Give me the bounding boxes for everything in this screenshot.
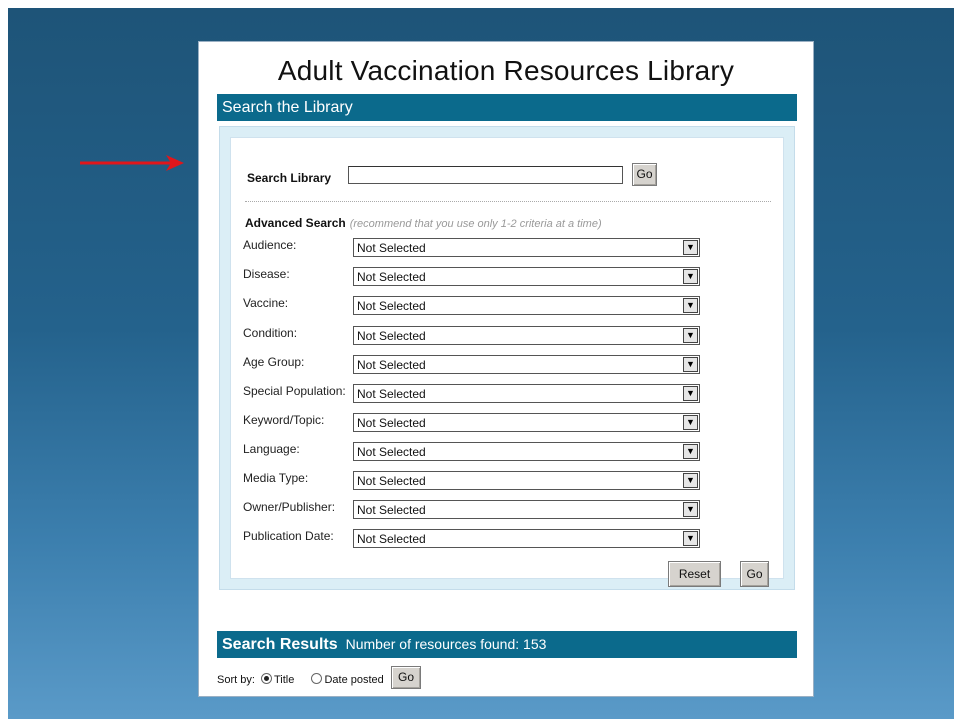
results-count: Number of resources found: 153 [345, 636, 547, 652]
advanced-search-heading: Advanced Search [245, 216, 346, 230]
owner-publisher-label: Owner/Publisher: [243, 500, 336, 514]
chevron-down-icon[interactable]: ▼ [683, 298, 698, 313]
chevron-down-icon[interactable]: ▼ [683, 386, 698, 401]
keyword-topic-label: Keyword/Topic: [243, 413, 325, 427]
library-panel: Adult Vaccination Resources Library Sear… [198, 41, 814, 697]
chevron-down-icon[interactable]: ▼ [683, 357, 698, 372]
sort-controls: Sort by: Title Date posted [217, 673, 384, 686]
chevron-down-icon[interactable]: ▼ [683, 531, 698, 546]
search-section-heading: Search the Library [222, 99, 353, 116]
sort-date-label[interactable]: Date posted [324, 674, 383, 686]
audience-label: Audience: [243, 238, 297, 252]
dotted-divider [245, 201, 771, 202]
chevron-down-icon[interactable]: ▼ [683, 328, 698, 343]
vaccine-select[interactable]: Not Selected ▼ [353, 296, 700, 315]
vaccine-select-value: Not Selected [357, 299, 426, 313]
language-label: Language: [243, 442, 300, 456]
audience-select[interactable]: Not Selected ▼ [353, 238, 700, 257]
age-group-select[interactable]: Not Selected ▼ [353, 355, 700, 374]
keyword-topic-select-value: Not Selected [357, 416, 426, 430]
language-select-value: Not Selected [357, 445, 426, 459]
sort-go-button[interactable]: Go [391, 666, 421, 689]
sort-title-label[interactable]: Title [274, 674, 294, 686]
vaccine-label: Vaccine: [243, 296, 289, 310]
sort-title-radio[interactable] [260, 673, 272, 684]
condition-select[interactable]: Not Selected ▼ [353, 326, 700, 345]
sort-by-label: Sort by: [217, 674, 255, 686]
condition-select-value: Not Selected [357, 329, 426, 343]
special-population-select[interactable]: Not Selected ▼ [353, 384, 700, 403]
search-results-heading: Search Results [222, 636, 338, 653]
slide-background: Adult Vaccination Resources Library Sear… [8, 8, 954, 719]
publication-date-select[interactable]: Not Selected ▼ [353, 529, 700, 548]
chevron-down-icon[interactable]: ▼ [683, 240, 698, 255]
owner-publisher-select-value: Not Selected [357, 503, 426, 517]
condition-label: Condition: [243, 326, 298, 340]
media-type-label: Media Type: [243, 471, 309, 485]
publication-date-select-value: Not Selected [357, 532, 426, 546]
disease-label: Disease: [243, 267, 290, 281]
disease-select[interactable]: Not Selected ▼ [353, 267, 700, 286]
reset-button[interactable]: Reset [668, 561, 721, 587]
chevron-down-icon[interactable]: ▼ [683, 502, 698, 517]
owner-publisher-select[interactable]: Not Selected ▼ [353, 500, 700, 519]
media-type-select[interactable]: Not Selected ▼ [353, 471, 700, 490]
chevron-down-icon[interactable]: ▼ [683, 473, 698, 488]
search-results-header: Search Results Number of resources found:… [217, 631, 797, 658]
chevron-down-icon[interactable]: ▼ [683, 444, 698, 459]
publication-date-label: Publication Date: [243, 529, 334, 543]
chevron-down-icon[interactable]: ▼ [683, 415, 698, 430]
special-population-label: Special Population: [243, 384, 346, 398]
sort-date-radio[interactable] [311, 673, 323, 684]
chevron-down-icon[interactable]: ▼ [683, 269, 698, 284]
audience-select-value: Not Selected [357, 241, 426, 255]
language-select[interactable]: Not Selected ▼ [353, 442, 700, 461]
search-form: Search Library Go Advanced Search (recomm… [230, 137, 784, 587]
search-form-frame: Search Library Go Advanced Search (recomm… [219, 126, 795, 590]
search-library-input[interactable] [348, 166, 623, 184]
disease-select-value: Not Selected [357, 270, 426, 284]
age-group-label: Age Group: [243, 355, 305, 369]
special-population-select-value: Not Selected [357, 387, 426, 401]
search-library-label: Search Library [247, 171, 332, 185]
age-group-select-value: Not Selected [357, 358, 426, 372]
page-title: Adult Vaccination Resources Library [277, 55, 735, 86]
advanced-search-header: Advanced Search (recommend that you use o… [245, 216, 602, 230]
keyword-topic-select[interactable]: Not Selected ▼ [353, 413, 700, 432]
advanced-go-button[interactable]: Go [740, 561, 769, 587]
search-section-header: Search the Library [217, 94, 797, 121]
red-arrow-icon [80, 155, 184, 171]
media-type-select-value: Not Selected [357, 474, 426, 488]
advanced-search-note: (recommend that you use only 1-2 criteri… [349, 218, 602, 230]
search-go-button[interactable]: Go [632, 163, 657, 186]
